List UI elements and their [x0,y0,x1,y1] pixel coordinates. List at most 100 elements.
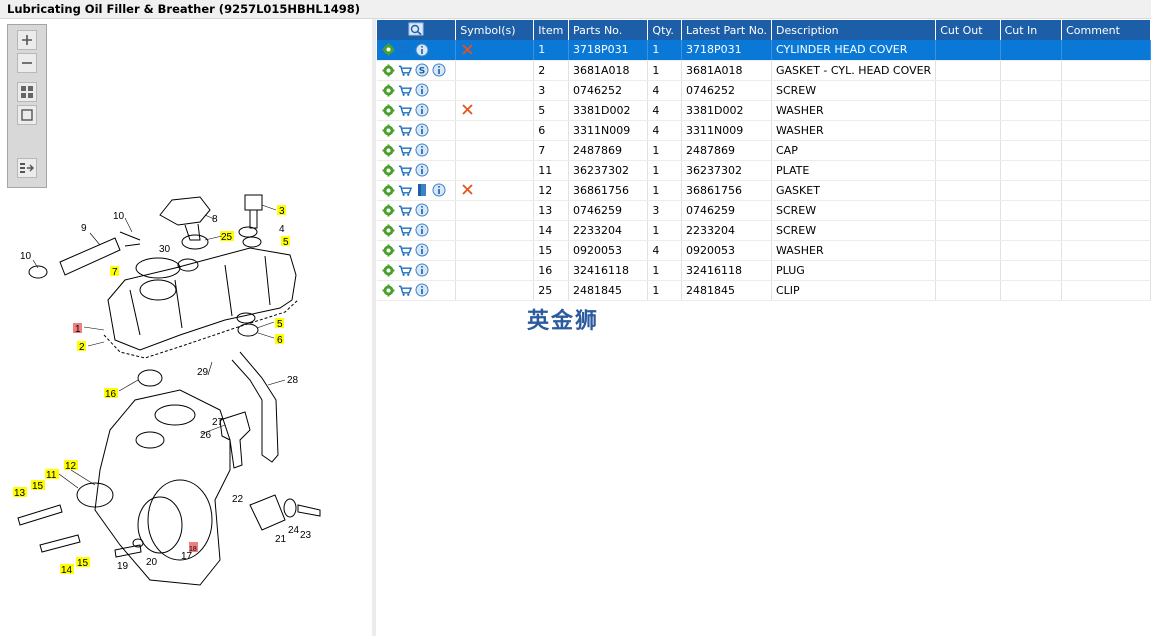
comment-cell[interactable] [1061,280,1151,301]
header-comment[interactable]: Comment [1061,20,1151,40]
info-icon[interactable] [415,83,429,97]
parts-no-cell[interactable]: 32416118 [568,260,649,281]
cut-in-cell[interactable] [1000,140,1063,161]
symbols-cell[interactable] [455,220,535,241]
qty-cell[interactable]: 4 [647,240,683,261]
qty-cell[interactable]: 1 [647,140,683,161]
description-cell[interactable]: GASKET - CYL. HEAD COVER [771,60,937,81]
latest-part-no-cell[interactable]: 32416118 [681,260,772,281]
cut-in-cell[interactable] [1000,120,1063,141]
latest-part-no-cell[interactable]: 2233204 [681,220,772,241]
row-actions[interactable] [377,80,457,101]
item-cell[interactable]: 12 [533,180,569,201]
symbols-cell[interactable] [455,120,535,141]
callout-16[interactable]: 16 [105,389,117,400]
parts-no-cell[interactable]: 3381D002 [568,100,649,121]
callout-9[interactable]: 9 [81,223,87,234]
qty-cell[interactable]: 1 [647,160,683,181]
header-cut-in[interactable]: Cut In [1000,20,1063,40]
row-actions[interactable] [377,160,457,181]
add-to-cart-icon[interactable] [398,283,412,297]
info-icon[interactable] [415,163,429,177]
header-parts-no[interactable]: Parts No. [568,20,649,40]
comment-cell[interactable] [1061,180,1151,201]
cut-out-cell[interactable] [935,280,1001,301]
description-cell[interactable]: PLUG [771,260,937,281]
qty-cell[interactable]: 1 [647,280,683,301]
parts-no-cell[interactable]: 3718P031 [568,40,649,61]
info-icon[interactable] [415,143,429,157]
callout-21[interactable]: 21 [275,534,287,545]
qty-cell[interactable]: 1 [647,60,683,81]
callout-10a[interactable]: 10 [113,211,125,222]
callout-12[interactable]: 12 [65,461,77,472]
description-cell[interactable]: WASHER [771,240,937,261]
parts-no-cell[interactable]: 0746252 [568,80,649,101]
cut-out-cell[interactable] [935,240,1001,261]
table-row[interactable]: 15 0920053 4 0920053 WASHER [377,240,1151,261]
callout-25[interactable]: 25 [221,232,233,243]
add-to-cart-icon[interactable] [398,183,412,197]
callout-26[interactable]: 26 [200,430,212,441]
cut-out-cell[interactable] [935,260,1001,281]
toggle-panel-button[interactable] [17,158,37,178]
symbols-cell[interactable] [455,80,535,101]
comment-cell[interactable] [1061,60,1151,81]
symbols-cell[interactable] [455,60,535,81]
callout-5b[interactable]: 5 [277,319,283,330]
callout-30[interactable]: 30 [159,244,171,255]
description-cell[interactable]: WASHER [771,120,937,141]
callout-28[interactable]: 28 [287,375,299,386]
info-icon[interactable] [432,63,446,77]
row-actions[interactable] [377,120,457,141]
details-gear-icon[interactable] [381,83,395,97]
parts-no-cell[interactable]: 3311N009 [568,120,649,141]
description-cell[interactable]: SCREW [771,220,937,241]
callout-1[interactable]: 1 [75,324,81,335]
qty-cell[interactable]: 1 [647,180,683,201]
table-row[interactable]: 3 0746252 4 0746252 SCREW [377,80,1151,101]
comment-cell[interactable] [1061,220,1151,241]
item-cell[interactable]: 6 [533,120,569,141]
latest-part-no-cell[interactable]: 0746259 [681,200,772,221]
zoom-in-button[interactable] [17,30,37,50]
cut-out-cell[interactable] [935,140,1001,161]
cut-out-cell[interactable] [935,220,1001,241]
row-actions[interactable] [377,260,457,281]
header-symbols[interactable]: Symbol(s) [455,20,535,40]
info-icon[interactable] [415,283,429,297]
symbols-cell[interactable] [455,160,535,181]
info-icon[interactable] [415,263,429,277]
callout-13[interactable]: 13 [14,488,26,499]
table-row[interactable]: S 2 3681A018 1 3681A018 GASKET - CYL. HEAD CO… [377,60,1151,81]
table-row[interactable]: 12 36861756 1 36861756 GASKET [377,180,1151,201]
details-gear-icon[interactable] [381,43,395,57]
symbols-cell[interactable] [455,180,535,201]
qty-cell[interactable]: 1 [647,260,683,281]
add-to-cart-icon[interactable] [398,103,412,117]
callout-15b[interactable]: 15 [77,558,89,569]
table-row[interactable]: 1 3718P031 1 3718P031 CYLINDER HEAD COVER [377,40,1151,61]
row-actions[interactable] [377,180,457,201]
row-actions[interactable]: S [377,60,457,81]
symbols-cell[interactable] [455,140,535,161]
table-row[interactable]: 7 2487869 1 2487869 CAP [377,140,1151,161]
callout-10b[interactable]: 10 [20,251,32,262]
cut-in-cell[interactable] [1000,240,1063,261]
add-to-cart-icon[interactable] [398,243,412,257]
row-actions[interactable] [377,140,457,161]
add-to-cart-icon[interactable] [398,83,412,97]
info-icon[interactable] [415,203,429,217]
header-cut-out[interactable]: Cut Out [935,20,1001,40]
item-cell[interactable]: 15 [533,240,569,261]
comment-cell[interactable] [1061,100,1151,121]
header-latest-part-no[interactable]: Latest Part No. [681,20,772,40]
latest-part-no-cell[interactable]: 0920053 [681,240,772,261]
cut-in-cell[interactable] [1000,60,1063,81]
add-to-cart-icon[interactable] [398,143,412,157]
description-cell[interactable]: SCREW [771,80,937,101]
details-gear-icon[interactable] [381,283,395,297]
info-icon[interactable] [432,183,446,197]
table-row[interactable]: 6 3311N009 4 3311N009 WASHER [377,120,1151,141]
header-qty[interactable]: Qty. [647,20,683,40]
